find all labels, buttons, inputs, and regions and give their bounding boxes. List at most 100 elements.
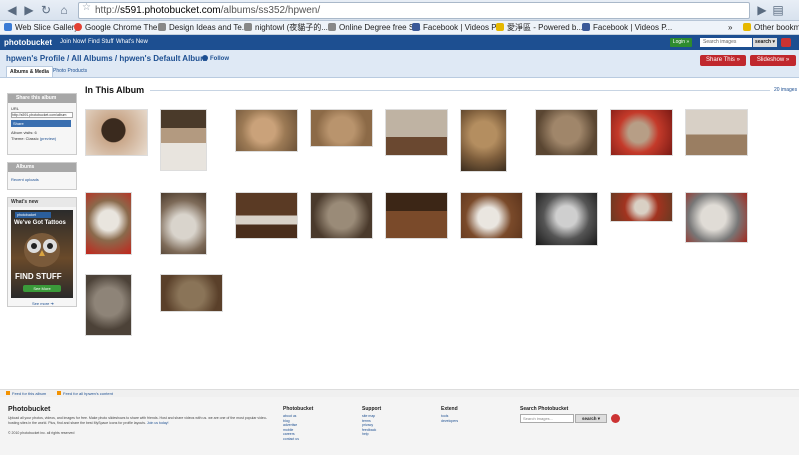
theme-preview-link[interactable]: (preview) <box>40 136 56 141</box>
header-search-button[interactable]: search ▾ <box>753 38 777 47</box>
reload-icon[interactable]: ↻ <box>38 3 54 17</box>
tab-albums-media[interactable]: Albums & Media <box>6 66 53 77</box>
go-arrow-icon[interactable]: ▶ <box>754 3 770 17</box>
bookmark-item[interactable]: Facebook | Videos P... <box>412 23 502 33</box>
photo-thumbnail[interactable] <box>85 192 132 255</box>
album-header: hpwen's Profile / All Albums / hpwen's D… <box>0 50 799 78</box>
star-icon[interactable]: ☆ <box>82 2 91 13</box>
whats-new-title: What's new <box>8 198 76 207</box>
bookmark-icon <box>4 23 12 31</box>
photo-thumbnail[interactable] <box>310 192 373 239</box>
ad-headline: We've Got Tattoos <box>14 220 66 226</box>
footer-link[interactable]: site map <box>362 414 376 419</box>
join-today-link[interactable]: Join us today! <box>147 421 169 425</box>
tattoo-ad[interactable]: photobucket We've Got Tattoos FIND STUFF… <box>11 210 73 298</box>
address-bar[interactable]: http://s591.photobucket.com/albums/ss352… <box>78 2 750 19</box>
page-footer: Photobucket Upload all your photos, vide… <box>0 397 799 455</box>
nav-join[interactable]: Join Now! <box>60 39 86 45</box>
photo-thumbnail[interactable] <box>385 192 448 239</box>
owl-illustration <box>24 233 60 267</box>
breadcrumb-album[interactable]: hpwen's Default Album <box>119 54 207 63</box>
rss-icon <box>57 391 61 395</box>
url-path: /albums/ss352/hpwen/ <box>220 5 321 16</box>
facebook-icon <box>582 23 590 31</box>
recent-uploads-link[interactable]: Recent uploads <box>11 177 73 183</box>
forward-arrow-icon[interactable]: ▶ <box>21 3 37 17</box>
page-menu-icon[interactable]: ▤ <box>770 3 786 17</box>
photo-thumbnail[interactable] <box>235 192 298 239</box>
photo-thumbnail[interactable] <box>685 109 748 156</box>
share-button[interactable]: Share <box>11 120 71 127</box>
tab-photo-products[interactable]: Photo Products <box>50 66 90 77</box>
url-prefix: http:// <box>95 5 121 16</box>
footer-copyright: © 2010 photobucket inc. all rights reser… <box>8 431 75 435</box>
page-icon <box>158 23 166 31</box>
home-icon[interactable]: ⌂ <box>56 3 72 17</box>
footer-link[interactable]: developers <box>441 419 458 424</box>
photobucket-logo[interactable]: photobucket <box>4 38 52 47</box>
plus-icon <box>202 55 208 61</box>
footer-blurb: Upload all your photos, videos, and imag… <box>8 416 267 425</box>
chevron-more-icon[interactable]: » <box>728 23 732 33</box>
photo-thumbnail[interactable] <box>160 109 207 171</box>
photo-thumbnail[interactable] <box>610 192 673 222</box>
photo-thumbnail[interactable] <box>310 109 373 147</box>
slideshow-button[interactable]: Slideshow » <box>750 55 796 66</box>
bookmark-item[interactable]: nightowl (夜貓子的... <box>244 23 328 33</box>
footer-col-photobucket: Photobucket <box>283 406 314 412</box>
photo-thumbnail[interactable] <box>85 109 148 156</box>
breadcrumb-all-albums[interactable]: All Albums <box>71 54 112 63</box>
photo-thumbnail[interactable] <box>385 109 448 156</box>
bookmarks-bar: Web Slice Gallery Google Chrome The... D… <box>0 21 799 35</box>
footer-link[interactable]: contact us <box>283 437 299 442</box>
image-count[interactable]: 20 images <box>774 87 797 93</box>
folder-icon <box>743 23 751 31</box>
nav-whats-new[interactable]: What's New <box>116 39 148 45</box>
photo-thumbnail[interactable] <box>460 192 523 239</box>
bookmark-item[interactable]: Online Degree free S... <box>328 23 421 33</box>
footer-link[interactable]: help <box>362 432 376 437</box>
bookmark-item[interactable]: 愛淨區 - Powered b... <box>496 23 583 33</box>
footer-search-input[interactable]: Search images... <box>520 414 574 423</box>
photo-thumbnail[interactable] <box>460 109 507 172</box>
other-bookmarks[interactable]: Other bookma <box>743 23 799 33</box>
header-search-input[interactable]: Search images <box>700 38 752 47</box>
photo-thumbnail[interactable] <box>160 192 207 255</box>
breadcrumb-profile[interactable]: hpwen's Profile <box>6 54 65 63</box>
follow-button[interactable]: Follow <box>202 55 229 62</box>
album-title: In This Album <box>85 85 145 95</box>
footer-col-extend: Extend <box>441 406 458 412</box>
bookmark-item[interactable]: Facebook | Videos P... <box>582 23 672 33</box>
photo-thumbnail[interactable] <box>685 192 748 243</box>
footer-search-title: Search Photobucket <box>520 406 569 412</box>
photo-thumbnail[interactable] <box>535 192 598 246</box>
bookmark-item[interactable]: Google Chrome The... <box>74 23 164 33</box>
share-this-button[interactable]: Share This » <box>700 55 746 66</box>
chrome-icon <box>74 23 82 31</box>
photo-thumbnail[interactable] <box>160 274 223 312</box>
flag-icon[interactable] <box>611 414 620 423</box>
nav-find-stuff[interactable]: Find Stuff <box>88 39 114 45</box>
flag-icon[interactable] <box>781 38 791 47</box>
bookmark-item[interactable]: Design Ideas and Te... <box>158 23 248 33</box>
whats-new-box: What's new photobucket We've Got Tattoos… <box>7 197 77 307</box>
photo-thumbnail[interactable] <box>85 274 132 336</box>
photo-thumbnail[interactable] <box>535 109 598 156</box>
login-button[interactable]: Login » <box>670 38 692 47</box>
photo-thumbnail[interactable] <box>235 109 298 152</box>
share-album-box: Share this album URL http://s591.photobu… <box>7 93 77 155</box>
facebook-icon <box>412 23 420 31</box>
browser-toolbar: ◀ ▶ ↻ ⌂ http://s591.photobucket.com/albu… <box>0 0 799 21</box>
album-url-field[interactable]: http://s591.photobucket.com/album <box>11 112 73 118</box>
see-more-link[interactable]: See more ➔ <box>8 301 76 306</box>
footer-link[interactable]: advertise <box>283 423 299 428</box>
photo-thumbnail[interactable] <box>610 109 673 156</box>
ad-see-more-button[interactable]: See More <box>23 285 61 292</box>
footer-links-support: site map terms privacy feedback help <box>362 414 376 437</box>
theme-label: Theme: Classic <box>11 136 39 141</box>
back-arrow-icon[interactable]: ◀ <box>4 3 20 17</box>
site-header: photobucket Join Now! Find Stuff What's … <box>0 35 799 50</box>
bird-icon <box>496 23 504 31</box>
footer-search-button[interactable]: search ▾ <box>575 414 607 423</box>
bookmark-item[interactable]: Web Slice Gallery <box>4 23 78 33</box>
